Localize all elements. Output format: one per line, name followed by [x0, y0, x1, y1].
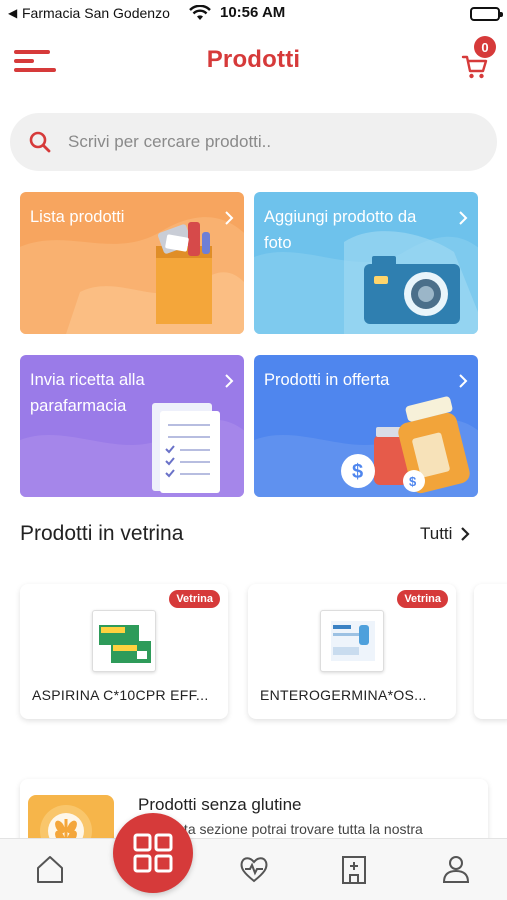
product-card[interactable]: Vetrina ENTEROGERMINA*OS...	[248, 584, 456, 719]
search-bar[interactable]	[10, 113, 497, 171]
bottom-navigation	[0, 838, 507, 900]
showcase-badge: Vetrina	[397, 590, 448, 608]
tile-label: Lista prodotti	[30, 208, 125, 226]
product-name: ENTEROGERMINA*OS...	[260, 687, 427, 703]
tile-send-prescription[interactable]: Invia ricetta alla parafarmacia	[20, 355, 244, 497]
nav-home[interactable]	[32, 851, 72, 891]
chevron-right-icon	[459, 211, 468, 225]
grid-icon	[133, 833, 173, 873]
chevron-right-icon	[225, 374, 234, 388]
chevron-right-icon	[461, 527, 470, 541]
product-card-partial[interactable]	[474, 584, 507, 719]
nav-health[interactable]	[236, 851, 276, 891]
status-bar: ◀ Farmacia San Godenzo 10:56 AM	[0, 0, 507, 28]
chevron-right-icon	[225, 211, 234, 225]
see-all-link[interactable]: Tutti	[420, 524, 470, 544]
battery-icon	[470, 7, 503, 21]
status-time: 10:56 AM	[220, 4, 286, 21]
search-input[interactable]	[68, 127, 468, 157]
heart-pulse-icon	[240, 857, 268, 883]
showcase-badge: Vetrina	[169, 590, 220, 608]
see-all-label: Tutti	[420, 524, 453, 543]
product-name: ASPIRINA C*10CPR EFF...	[32, 687, 209, 703]
tile-label: Aggiungi prodotto da foto	[264, 208, 417, 252]
page-title: Prodotti	[206, 46, 301, 73]
wifi-icon	[189, 4, 211, 24]
home-icon	[37, 856, 63, 883]
card-title: Prodotti senza glutine	[138, 795, 302, 814]
nav-products-fab[interactable]	[113, 813, 193, 893]
chevron-right-icon	[459, 374, 468, 388]
product-image	[92, 610, 156, 672]
tile-label: Prodotti in offerta	[264, 371, 390, 389]
cart-button[interactable]: 0	[460, 36, 500, 80]
section-title: Prodotti in vetrina	[20, 522, 184, 545]
nav-profile[interactable]	[438, 851, 478, 891]
tile-add-product-photo[interactable]: Aggiungi prodotto da foto	[254, 192, 478, 334]
product-image	[320, 610, 384, 672]
tile-label: Invia ricetta alla parafarmacia	[30, 371, 145, 415]
product-card[interactable]: Vetrina ASPIRINA C*10CPR EFF...	[20, 584, 228, 719]
tile-products-on-offer[interactable]: $ $ Prodotti in offerta	[254, 355, 478, 497]
tile-product-list[interactable]: Lista prodotti	[20, 192, 244, 334]
carrier-name: Farmacia San Godenzo	[22, 5, 170, 21]
back-to-app-glyph[interactable]: ◀	[8, 6, 17, 20]
app-header: Prodotti 0	[0, 36, 507, 86]
nav-pharmacy[interactable]	[336, 851, 376, 891]
user-icon	[442, 856, 470, 883]
svg-text:$: $	[409, 474, 417, 489]
svg-text:$: $	[352, 461, 363, 483]
cart-count-badge: 0	[474, 36, 496, 58]
pharmacy-icon	[342, 856, 366, 884]
search-icon	[29, 131, 51, 153]
